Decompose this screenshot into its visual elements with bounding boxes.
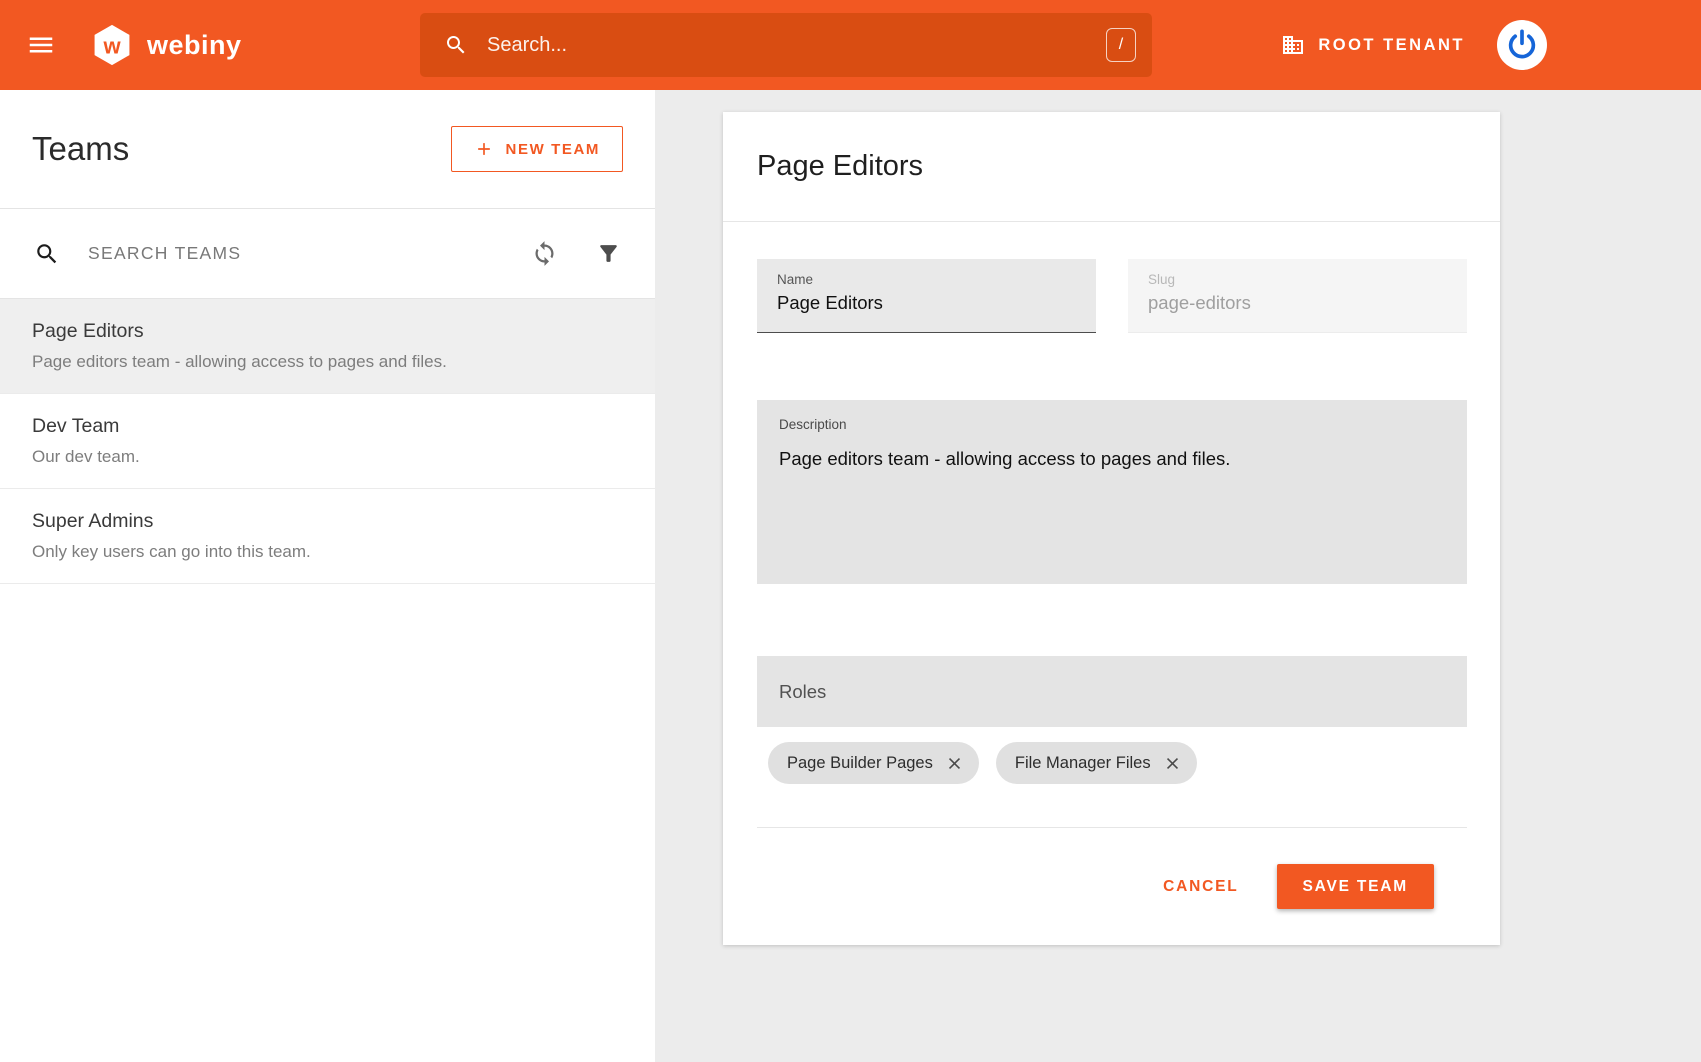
chip-remove-button[interactable] [945,754,964,773]
teams-search-actions [531,240,621,267]
role-chip[interactable]: Page Builder Pages [768,742,979,784]
main-layout: Teams NEW TEAM Page Editors Page edito [0,90,1701,1062]
save-team-button[interactable]: SAVE TEAM [1277,864,1434,909]
team-description: Only key users can go into this team. [32,542,623,562]
description-textarea[interactable]: Page editors team - allowing access to p… [779,448,1445,560]
topbar-right-group: ROOT TENANT [1281,20,1547,70]
card-header: Page Editors [723,112,1500,222]
building-icon [1281,33,1305,57]
svg-text:w: w [102,33,121,58]
card-title: Page Editors [757,150,923,183]
plus-icon [474,139,494,159]
card-body: Name Slug Description Page editors team … [723,222,1500,945]
team-list-item[interactable]: Super Admins Only key users can go into … [0,489,655,584]
tenant-selector[interactable]: ROOT TENANT [1281,33,1465,57]
team-description: Our dev team. [32,447,623,467]
teams-search-bar [0,209,655,299]
teams-panel-header: Teams NEW TEAM [0,90,655,209]
close-icon [1163,754,1182,773]
menu-button[interactable] [26,30,56,60]
search-teams-icon [34,241,60,267]
team-list-item[interactable]: Page Editors Page editors team - allowin… [0,299,655,394]
slug-field-label: Slug [1148,272,1447,287]
tenant-label: ROOT TENANT [1318,36,1465,55]
team-name: Page Editors [32,320,623,343]
global-search-input[interactable] [487,34,1106,57]
roles-field[interactable]: Roles [757,656,1467,727]
team-name: Super Admins [32,510,623,533]
name-field-label: Name [777,272,1076,287]
new-team-button[interactable]: NEW TEAM [451,126,623,172]
sync-icon [531,240,558,267]
teams-list: Page Editors Page editors team - allowin… [0,299,655,584]
hamburger-icon [26,30,56,60]
new-team-label: NEW TEAM [506,141,600,158]
team-list-item[interactable]: Dev Team Our dev team. [0,394,655,489]
team-name: Dev Team [32,415,623,438]
details-area: Page Editors Name Slug Description Page … [655,90,1701,1062]
brand-name: webiny [147,30,242,61]
chip-remove-button[interactable] [1163,754,1182,773]
roles-field-label: Roles [779,681,826,703]
user-avatar[interactable] [1497,20,1547,70]
search-shortcut-badge: / [1106,28,1136,62]
search-icon [444,33,468,57]
team-description: Page editors team - allowing access to p… [32,352,623,372]
teams-search-input[interactable] [88,243,517,264]
role-chip[interactable]: File Manager Files [996,742,1197,784]
slug-field: Slug [1128,259,1467,333]
name-input[interactable] [777,292,1076,314]
filter-button[interactable] [596,241,621,266]
slug-input [1148,292,1447,314]
name-field[interactable]: Name [757,259,1096,333]
name-slug-row: Name Slug [757,259,1467,333]
close-icon [945,754,964,773]
description-field[interactable]: Description Page editors team - allowing… [757,400,1467,584]
top-app-bar: w webiny / ROOT TENANT [0,0,1701,90]
teams-panel: Teams NEW TEAM Page Editors Page edito [0,90,655,1062]
page-title: Teams [32,130,129,168]
filter-icon [596,241,621,266]
avatar-power-icon [1505,28,1539,62]
description-field-label: Description [779,417,1445,432]
role-chips: Page Builder Pages File Manager Files [757,742,1467,784]
team-details-card: Page Editors Name Slug Description Page … [723,112,1500,945]
role-chip-label: Page Builder Pages [787,754,933,773]
role-chip-label: File Manager Files [1015,754,1151,773]
webiny-logo-icon: w [90,23,134,67]
refresh-button[interactable] [531,240,558,267]
cancel-button[interactable]: CANCEL [1163,878,1238,896]
card-footer: CANCEL SAVE TEAM [757,827,1467,945]
webiny-brand[interactable]: w webiny [90,23,242,67]
global-search[interactable]: / [420,13,1152,77]
